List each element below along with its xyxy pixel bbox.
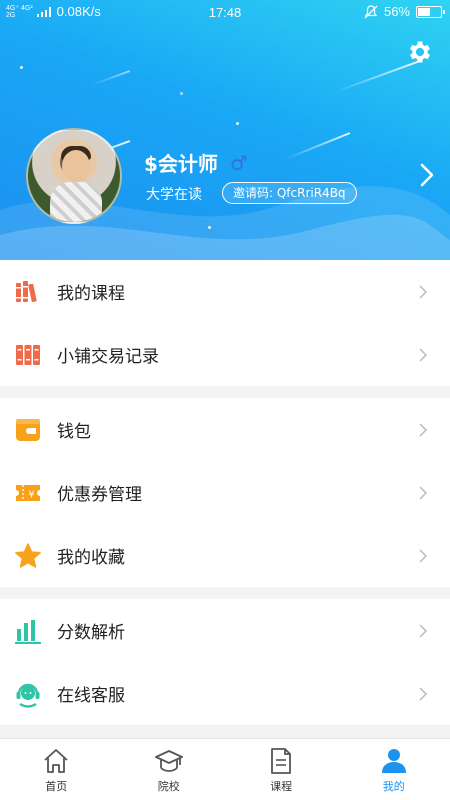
menu-item-label: 钱包: [57, 422, 91, 442]
menu-group-service: 分数解析 在线客服: [0, 599, 450, 725]
battery-icon: [416, 5, 445, 18]
menu-list: 我的课程 小铺交易记录 钱包 ¥ 优惠券管理 我的收藏 分数解析 在线客服: [0, 260, 450, 725]
education-status: 大学在读: [146, 187, 202, 203]
username: $会计师 ♂: [144, 148, 248, 177]
tab-mine[interactable]: 我的: [338, 739, 450, 800]
bottom-tab-bar: 首页 院校 课程 我的: [0, 738, 450, 800]
svg-text:¥: ¥: [28, 489, 34, 500]
chevron-right-icon: [419, 548, 428, 563]
menu-group-courses: 我的课程 小铺交易记录: [0, 260, 450, 386]
menu-item-label: 我的收藏: [57, 548, 125, 568]
decor-streak: [92, 70, 131, 86]
headset-icon: [16, 683, 40, 708]
decor-dot: [180, 92, 183, 95]
document-icon: [271, 748, 292, 774]
ledger-icon: [16, 344, 40, 365]
menu-item-label: 分数解析: [57, 623, 125, 643]
battery-level: [418, 7, 430, 16]
menu-group-finance: 钱包 ¥ 优惠券管理 我的收藏: [0, 398, 450, 587]
tab-label: 课程: [270, 780, 293, 793]
menu-item-label: 我的课程: [57, 284, 125, 304]
profile-header: 4G⁺ 4G² 2G 0.08K/s 17:48 56% $会计师 ♂ 大学在读…: [0, 0, 450, 260]
user-icon: [381, 749, 406, 773]
tab-home[interactable]: 首页: [0, 739, 113, 800]
wallet-icon: [16, 418, 40, 441]
menu-item-shop-transactions[interactable]: 小铺交易记录: [0, 323, 450, 386]
chevron-right-icon: [419, 284, 428, 299]
decor-streak: [284, 132, 351, 161]
avatar[interactable]: [26, 128, 122, 224]
coupon-icon: ¥: [16, 484, 40, 501]
bar-chart-icon: [15, 619, 41, 644]
male-icon: ♂: [229, 150, 248, 175]
home-icon: [44, 749, 68, 773]
menu-item-label: 优惠券管理: [57, 485, 142, 505]
chevron-right-icon: [419, 485, 428, 500]
chevron-right-icon: [419, 347, 428, 362]
chevron-right-icon[interactable]: [420, 163, 434, 187]
chevron-right-icon: [419, 422, 428, 437]
chevron-right-icon: [419, 623, 428, 638]
chevron-right-icon: [419, 686, 428, 701]
menu-item-wallet[interactable]: 钱包: [0, 398, 450, 461]
invite-code-badge[interactable]: 邀请码: QfcRriR4Bq: [222, 182, 357, 204]
decor-dot: [208, 226, 211, 229]
menu-item-favorites[interactable]: 我的收藏: [0, 524, 450, 587]
tab-label: 我的: [382, 780, 405, 793]
menu-item-my-courses[interactable]: 我的课程: [0, 260, 450, 323]
books-icon: [16, 280, 37, 302]
menu-item-label: 小铺交易记录: [57, 347, 159, 367]
decor-dot: [236, 122, 239, 125]
graduation-cap-icon: [154, 750, 183, 772]
menu-item-score-analysis[interactable]: 分数解析: [0, 599, 450, 662]
username-text: $会计师: [144, 152, 218, 176]
tab-label: 院校: [157, 780, 180, 793]
menu-item-coupons[interactable]: ¥ 优惠券管理: [0, 461, 450, 524]
star-icon: [15, 542, 41, 568]
status-bar: 4G⁺ 4G² 2G 0.08K/s 17:48 56%: [0, 0, 450, 26]
battery-percent: 56%: [383, 4, 410, 19]
decor-dot: [20, 66, 23, 69]
tab-schools[interactable]: 院校: [113, 739, 226, 800]
mute-bell-icon: [364, 4, 378, 18]
menu-item-label: 在线客服: [57, 686, 125, 706]
tab-label: 首页: [45, 780, 68, 793]
tab-courses[interactable]: 课程: [225, 739, 338, 800]
menu-item-customer-service[interactable]: 在线客服: [0, 662, 450, 725]
gear-icon[interactable]: [406, 38, 434, 66]
